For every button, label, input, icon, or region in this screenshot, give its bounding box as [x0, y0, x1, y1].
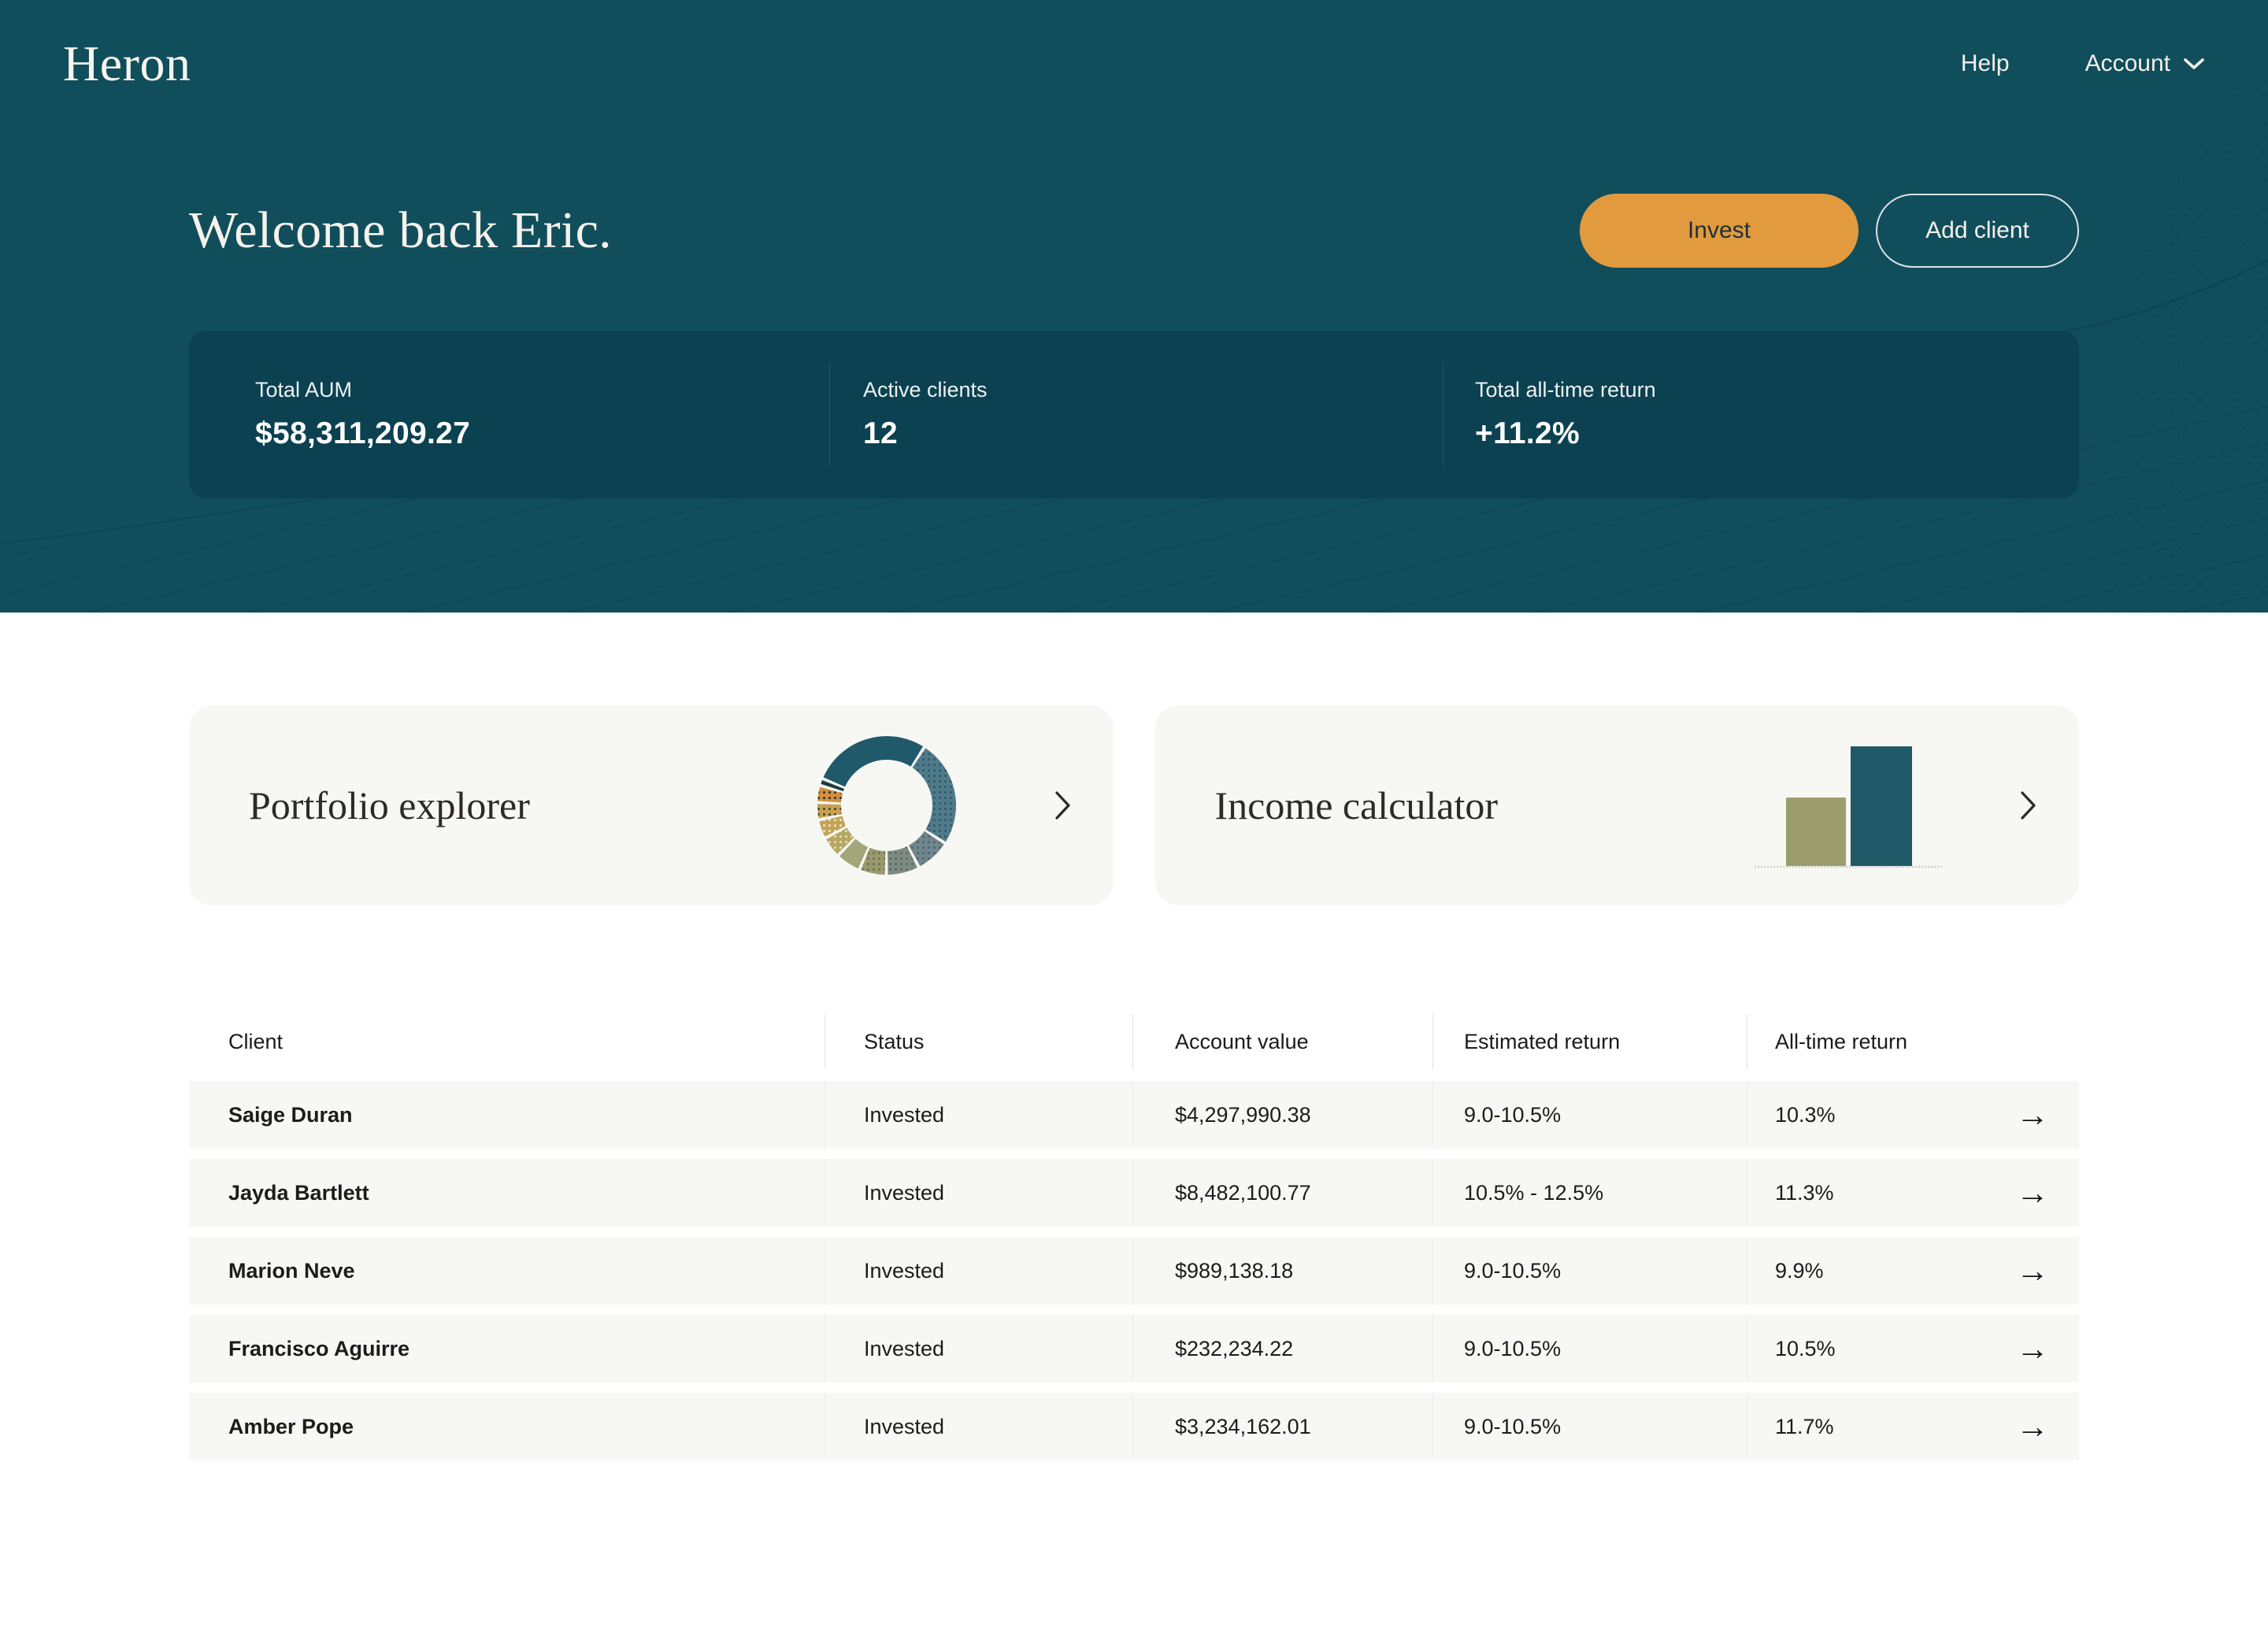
bar-chart-icon	[1755, 740, 1944, 871]
add-client-button[interactable]: Add client	[1876, 194, 2079, 268]
stat-label: Active clients	[863, 378, 1443, 402]
account-menu-label: Account	[2085, 50, 2170, 77]
account-menu[interactable]: Account	[2085, 50, 2205, 77]
chevron-right-icon	[2019, 790, 2038, 821]
client-cell: Saige Duran	[189, 1103, 825, 1127]
row-arrow-icon[interactable]: →	[2016, 1098, 2049, 1131]
top-nav-links: Help Account	[1961, 50, 2205, 77]
income-calculator-title: Income calculator	[1215, 783, 1499, 828]
table-row[interactable]: Amber PopeInvested$3,234,162.019.0-10.5%…	[189, 1393, 2079, 1460]
stat-active-clients: Active clients 12	[830, 331, 1443, 498]
column-header-all-time-return: All-time return	[1747, 1030, 2079, 1054]
donut-segment	[847, 847, 863, 857]
column-divider	[1132, 1237, 1133, 1305]
portfolio-explorer-card[interactable]: Portfolio explorer	[189, 705, 1114, 905]
bar	[1786, 798, 1846, 866]
table-row[interactable]: Marion NeveInvested$989,138.189.0-10.5%9…	[189, 1237, 2079, 1305]
brand-logo: Heron	[63, 35, 191, 93]
stat-label: Total AUM	[255, 378, 829, 402]
bar	[1851, 746, 1912, 866]
account-value-cell: $3,234,162.01	[1132, 1415, 1432, 1439]
column-divider	[1432, 1315, 1433, 1383]
row-arrow-icon[interactable]: →	[2016, 1410, 2049, 1443]
page-title: Welcome back Eric.	[189, 201, 612, 261]
column-header-client: Client	[189, 1030, 825, 1054]
donut-chart-icon	[816, 735, 958, 876]
donut-segment	[914, 838, 934, 856]
stat-label: Total all-time return	[1475, 378, 2079, 402]
table-row[interactable]: Saige DuranInvested$4,297,990.389.0-10.5…	[189, 1081, 2079, 1149]
donut-segment	[829, 790, 831, 802]
chevron-down-icon	[2183, 57, 2205, 70]
donut-segment	[830, 819, 835, 831]
estimated-return-cell: 9.0-10.5%	[1432, 1259, 1747, 1283]
column-divider	[1132, 1159, 1133, 1227]
estimated-return-cell: 9.0-10.5%	[1432, 1337, 1747, 1361]
client-table-body: Saige DuranInvested$4,297,990.389.0-10.5…	[189, 1081, 2079, 1460]
invest-button[interactable]: Invest	[1580, 194, 1858, 268]
column-divider	[1432, 1393, 1433, 1460]
stat-total-aum: Total AUM $58,311,209.27	[189, 331, 829, 498]
column-header-account-value: Account value	[1132, 1030, 1432, 1054]
donut-segment	[919, 758, 944, 836]
status-cell: Invested	[825, 1103, 1132, 1127]
donut-segment	[888, 857, 912, 863]
feature-cards-row: Portfolio explorer Income calculator	[189, 705, 2079, 905]
table-row[interactable]: Francisco AguirreInvested$232,234.229.0-…	[189, 1315, 2079, 1383]
column-divider	[1432, 1014, 1433, 1069]
status-cell: Invested	[825, 1337, 1132, 1361]
row-arrow-icon[interactable]: →	[2016, 1254, 2049, 1287]
client-cell: Amber Pope	[189, 1415, 825, 1439]
column-divider	[1132, 1393, 1133, 1460]
client-table-header: Client Status Account value Estimated re…	[189, 1009, 2079, 1074]
column-divider	[1432, 1081, 1433, 1149]
donut-segment	[836, 834, 846, 846]
table-row[interactable]: Jayda BartlettInvested$8,482,100.7710.5%…	[189, 1159, 2079, 1227]
portfolio-explorer-title: Portfolio explorer	[249, 783, 530, 828]
donut-segment	[829, 805, 830, 816]
status-cell: Invested	[825, 1415, 1132, 1439]
stat-value: $58,311,209.27	[255, 416, 829, 451]
row-arrow-icon[interactable]: →	[2016, 1176, 2049, 1209]
column-divider	[1432, 1237, 1433, 1305]
stat-value: +11.2%	[1475, 416, 2079, 451]
client-cell: Marion Neve	[189, 1259, 825, 1283]
column-divider	[1132, 1081, 1133, 1149]
client-table: Client Status Account value Estimated re…	[189, 1009, 2079, 1460]
stat-value: 12	[863, 416, 1443, 451]
account-value-cell: $232,234.22	[1132, 1337, 1432, 1361]
hero-section: Heron Help Account Welcome back Eric. In…	[0, 0, 2268, 613]
estimated-return-cell: 9.0-10.5%	[1432, 1415, 1747, 1439]
row-arrow-icon[interactable]: →	[2016, 1332, 2049, 1365]
stat-all-time-return: Total all-time return +11.2%	[1443, 331, 2079, 498]
chevron-right-icon	[1054, 790, 1073, 821]
donut-segment	[834, 748, 917, 782]
column-divider	[1432, 1159, 1433, 1227]
estimated-return-cell: 9.0-10.5%	[1432, 1103, 1747, 1127]
summary-stats-card: Total AUM $58,311,209.27 Active clients …	[189, 331, 2079, 498]
donut-segment	[865, 859, 884, 863]
client-cell: Jayda Bartlett	[189, 1181, 825, 1205]
account-value-cell: $8,482,100.77	[1132, 1181, 1432, 1205]
column-divider	[1132, 1315, 1133, 1383]
column-divider	[1132, 1014, 1133, 1069]
top-navigation-bar: Heron Help Account	[0, 0, 2268, 93]
column-header-status: Status	[825, 1030, 1132, 1054]
help-link[interactable]: Help	[1961, 50, 2010, 77]
help-link-label: Help	[1961, 50, 2010, 77]
income-calculator-card[interactable]: Income calculator	[1155, 705, 2080, 905]
column-header-estimated-return: Estimated return	[1432, 1030, 1747, 1054]
estimated-return-cell: 10.5% - 12.5%	[1432, 1181, 1747, 1205]
account-value-cell: $4,297,990.38	[1132, 1103, 1432, 1127]
client-cell: Francisco Aguirre	[189, 1337, 825, 1361]
account-value-cell: $989,138.18	[1132, 1259, 1432, 1283]
status-cell: Invested	[825, 1181, 1132, 1205]
status-cell: Invested	[825, 1259, 1132, 1283]
hero-actions: Invest Add client	[1580, 194, 2079, 268]
hero-heading-row: Welcome back Eric. Invest Add client	[0, 194, 2268, 268]
